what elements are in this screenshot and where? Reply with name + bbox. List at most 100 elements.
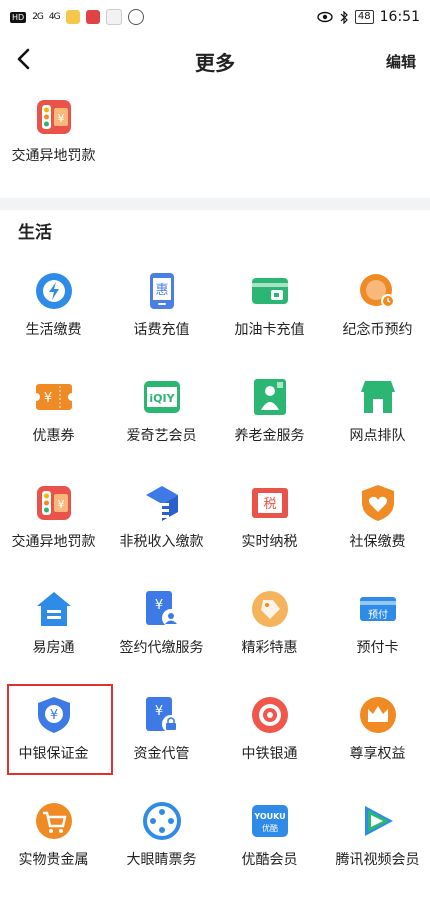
service-label: 尊享权益 xyxy=(349,746,406,762)
svg-text:¥: ¥ xyxy=(57,498,64,511)
signal-2g: 2G xyxy=(32,12,44,22)
service-utility-bill[interactable]: 生活缴费 xyxy=(0,270,107,375)
service-coupon[interactable]: ¥ 优惠券 xyxy=(0,376,107,481)
service-tencent-video[interactable]: 腾讯视频会员 xyxy=(324,800,430,905)
service-label: 网点排队 xyxy=(349,428,406,444)
prepaid-card-icon: 预付 xyxy=(359,597,396,621)
service-label: 话费充值 xyxy=(133,322,190,338)
page-title: 更多 xyxy=(195,51,235,75)
service-branch-queue[interactable]: 网点排队 xyxy=(324,376,430,481)
service-house[interactable]: 易房通 xyxy=(0,588,107,693)
service-iqiyi[interactable]: iQIY 爱奇艺会员 xyxy=(108,376,215,481)
youku-icon: YOUKU 优酷 xyxy=(251,805,288,837)
svg-text:惠: 惠 xyxy=(155,283,168,298)
branch-queue-icon xyxy=(360,381,395,413)
service-traffic-fine[interactable]: ¥ 交通异地罚款 xyxy=(0,482,107,587)
service-youku[interactable]: YOUKU 优酷 优酷会员 xyxy=(216,800,323,905)
svg-text:¥: ¥ xyxy=(57,112,64,125)
signal-4g: 4G xyxy=(48,12,61,22)
service-fuel-card[interactable]: 加油卡充值 xyxy=(216,270,323,375)
service-label: 生活缴费 xyxy=(25,322,82,338)
coupon-icon: ¥ xyxy=(32,384,75,410)
railway-card-icon xyxy=(251,697,288,733)
service-label: 优惠券 xyxy=(32,428,75,444)
service-label: 大眼睛票务 xyxy=(126,852,197,868)
svg-text:预付: 预付 xyxy=(368,608,388,621)
service-label: 养老金服务 xyxy=(234,428,305,444)
fuel-card-icon xyxy=(251,278,288,304)
notification-mic-icon xyxy=(85,10,100,24)
clock: 16:51 xyxy=(379,9,420,25)
favorite-item-traffic-fine[interactable]: ¥ 交通异地罚款 xyxy=(0,96,107,186)
svg-text:税: 税 xyxy=(263,497,276,512)
selection-highlight-box xyxy=(7,684,113,775)
fund-custody-icon: ¥ xyxy=(145,697,180,733)
service-label: 精彩特惠 xyxy=(241,640,298,656)
service-label: 易房通 xyxy=(32,640,75,656)
edit-button[interactable]: 编辑 xyxy=(386,51,416,72)
service-nontax-payment[interactable]: 非税收入缴款 xyxy=(108,482,215,587)
favorite-item-label: 交通异地罚款 xyxy=(11,148,96,164)
service-pension[interactable]: 养老金服务 xyxy=(216,376,323,481)
service-label: 中铁银通 xyxy=(241,746,298,762)
svg-text:¥: ¥ xyxy=(154,704,162,719)
nontax-payment-icon xyxy=(145,486,178,521)
service-deals[interactable]: 精彩特惠 xyxy=(216,588,323,693)
pension-icon xyxy=(253,379,286,415)
notification-app-icon xyxy=(65,10,80,24)
svg-text:优酷: 优酷 xyxy=(262,823,278,833)
tencent-video-icon xyxy=(364,806,393,836)
service-phone-recharge[interactable]: 惠 话费充值 xyxy=(108,270,215,375)
service-label: 交通异地罚款 xyxy=(11,534,96,550)
precious-metal-cart-icon xyxy=(35,803,72,839)
traffic-fine-icon: ¥ xyxy=(36,100,71,134)
service-label: 腾讯视频会员 xyxy=(335,852,420,868)
service-label: 纪念币预约 xyxy=(342,322,413,338)
section-title-life: 生活 xyxy=(18,223,52,243)
eye-icon xyxy=(317,11,333,23)
house-icon xyxy=(36,592,71,626)
traffic-fine-icon: ¥ xyxy=(36,486,71,520)
service-fund-custody[interactable]: ¥ 资金代管 xyxy=(108,694,215,799)
utility-bill-icon xyxy=(35,273,72,309)
phone-recharge-icon: 惠 xyxy=(149,273,174,309)
service-railway-card[interactable]: 中铁银通 xyxy=(216,694,323,799)
service-precious-metal[interactable]: 实物贵金属 xyxy=(0,800,107,905)
service-label: 实时纳税 xyxy=(241,534,298,550)
service-label: 非税收入缴款 xyxy=(119,534,204,550)
top-nav-bar: 更多 编辑 xyxy=(0,34,430,86)
service-label: 社保缴费 xyxy=(349,534,406,550)
service-social-security[interactable]: 社保缴费 xyxy=(324,482,430,587)
status-bar: HD 2G 4G 48 16:51 xyxy=(0,0,430,34)
service-privileges[interactable]: 尊享权益 xyxy=(324,694,430,799)
service-label: 资金代管 xyxy=(133,746,190,762)
battery-indicator: 48 xyxy=(354,10,374,24)
service-label: 预付卡 xyxy=(356,640,399,656)
social-security-icon xyxy=(361,485,394,521)
tax-icon: 税 xyxy=(251,488,288,518)
bluetooth-icon xyxy=(340,10,348,24)
service-prepaid-card[interactable]: 预付 预付卡 xyxy=(324,588,430,693)
service-label: 实物贵金属 xyxy=(18,852,89,868)
service-label: 优酷会员 xyxy=(241,852,298,868)
service-ticketing[interactable]: 大眼睛票务 xyxy=(108,800,215,905)
svg-text:¥: ¥ xyxy=(43,391,51,406)
crown-icon xyxy=(359,697,396,733)
hd-badge: HD xyxy=(10,11,27,23)
svg-text:YOUKU: YOUKU xyxy=(253,812,285,821)
notification-shield-icon xyxy=(127,9,144,25)
contract-payment-icon: ¥ xyxy=(145,591,180,627)
service-label: 加油卡充值 xyxy=(234,322,305,338)
coin-booking-icon xyxy=(359,274,395,308)
service-contract-payment[interactable]: ¥ 签约代缴服务 xyxy=(108,588,215,693)
film-reel-icon xyxy=(142,802,181,840)
service-label: 爱奇艺会员 xyxy=(126,428,197,444)
deals-tag-icon xyxy=(251,591,288,627)
svg-text:iQIY: iQIY xyxy=(149,392,175,405)
service-label: 签约代缴服务 xyxy=(119,640,204,656)
service-tax[interactable]: 税 实时纳税 xyxy=(216,482,323,587)
service-coin-booking[interactable]: 纪念币预约 xyxy=(324,270,430,375)
iqiyi-icon: iQIY xyxy=(143,381,180,413)
notification-chart-icon xyxy=(105,9,122,25)
section-divider xyxy=(0,198,430,210)
